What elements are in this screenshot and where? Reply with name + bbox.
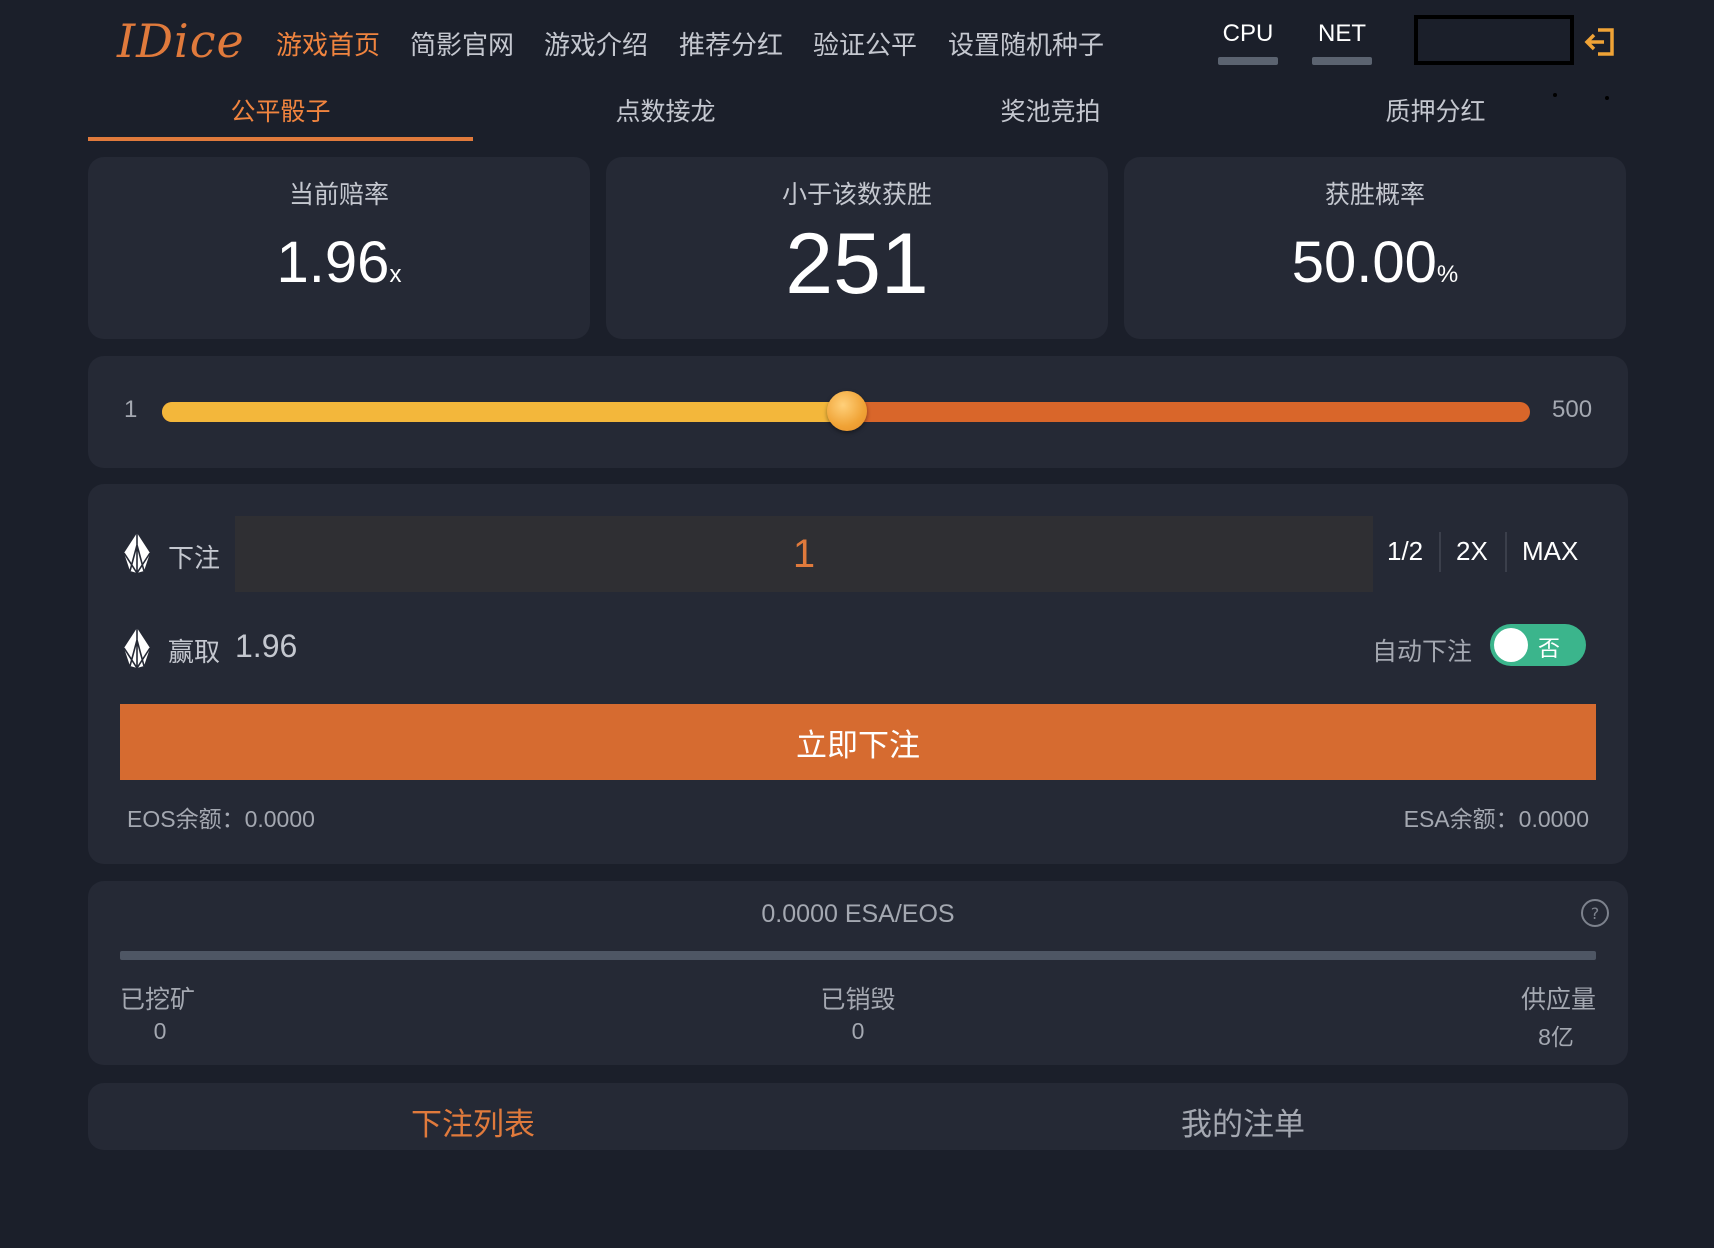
esa-balance: ESA余额：0.0000: [1403, 806, 1589, 832]
subtab-point-chain[interactable]: 点数接龙: [473, 92, 858, 128]
place-bet-button[interactable]: 立即下注: [120, 704, 1596, 780]
toggle-knob: [1494, 628, 1528, 662]
probability-number: 50.00: [1291, 230, 1437, 295]
cpu-resource-label: CPU: [1222, 20, 1274, 47]
target-value: 251: [785, 216, 929, 312]
eos-icon: [123, 628, 151, 670]
net-resource-bar: [1312, 57, 1372, 65]
half-bet-button[interactable]: 1/2: [1387, 536, 1423, 567]
nav-item-official-site[interactable]: 简影官网: [410, 25, 514, 62]
account-box[interactable]: [1414, 15, 1574, 65]
svg-text:?: ?: [1591, 904, 1600, 923]
eos-balance: EOS余额：0.0000: [127, 806, 315, 832]
quick-divider: [1505, 532, 1507, 572]
app-logo[interactable]: IDice: [117, 14, 245, 68]
nav-item-referral-dividend[interactable]: 推荐分红: [679, 25, 783, 62]
supply-value: 8亿: [1538, 1024, 1574, 1050]
odds-value: 1.96x: [88, 229, 590, 296]
auto-bet-label: 自动下注: [1372, 637, 1473, 666]
win-value: 1.96: [235, 628, 298, 664]
slider-fill: [162, 402, 848, 422]
max-bet-button[interactable]: MAX: [1522, 536, 1578, 567]
tab-my-bets[interactable]: 我的注单: [858, 1099, 1628, 1144]
nav-item-verify-fairness[interactable]: 验证公平: [813, 25, 917, 62]
probability-label: 获胜概率: [1324, 180, 1425, 209]
odds-unit: x: [389, 261, 402, 288]
mining-progress-bar: [120, 951, 1596, 960]
target-card: 小于该数获胜 251: [606, 157, 1108, 339]
odds-label: 当前赔率: [288, 180, 389, 209]
win-label: 赢取: [168, 638, 221, 668]
eos-icon: [123, 533, 151, 575]
tab-bet-list[interactable]: 下注列表: [88, 1099, 858, 1144]
quick-divider: [1439, 532, 1441, 572]
logout-icon[interactable]: [1584, 26, 1618, 58]
net-resource-label: NET: [1318, 20, 1366, 47]
bet-label: 下注: [168, 544, 221, 574]
burned-label: 已销毁: [820, 985, 896, 1014]
subtab-fair-dice[interactable]: 公平骰子: [88, 92, 473, 128]
probability-value: 50.00%: [1124, 229, 1626, 296]
cpu-resource-bar: [1218, 57, 1278, 65]
question-icon[interactable]: ?: [1580, 898, 1610, 928]
burned-value: 0: [851, 1018, 865, 1044]
nav-item-home[interactable]: 游戏首页: [276, 25, 380, 62]
subtab-jackpot-auction[interactable]: 奖池竞拍: [858, 92, 1243, 128]
subtab-staking-dividend[interactable]: 质押分红: [1243, 92, 1628, 128]
slider-max-label: 500: [1552, 396, 1593, 423]
subtab-active-underline: [88, 137, 473, 141]
probability-unit: %: [1436, 261, 1459, 288]
auto-bet-state: 否: [1538, 637, 1561, 662]
odds-card: 当前赔率 1.96x: [88, 157, 590, 339]
odds-number: 1.96: [276, 230, 390, 295]
nav-item-random-seed[interactable]: 设置随机种子: [948, 25, 1104, 62]
target-label: 小于该数获胜: [781, 180, 932, 209]
auto-bet-toggle[interactable]: 否: [1490, 624, 1586, 666]
double-bet-button[interactable]: 2X: [1456, 536, 1488, 567]
mining-rate: 0.0000 ESA/EOS: [761, 900, 955, 928]
bet-amount-input[interactable]: [235, 516, 1373, 592]
nav-item-game-intro[interactable]: 游戏介绍: [544, 25, 648, 62]
slider-min-label: 1: [124, 396, 138, 423]
probability-card: 获胜概率 50.00%: [1124, 157, 1626, 339]
supply-label: 供应量: [1520, 985, 1596, 1014]
